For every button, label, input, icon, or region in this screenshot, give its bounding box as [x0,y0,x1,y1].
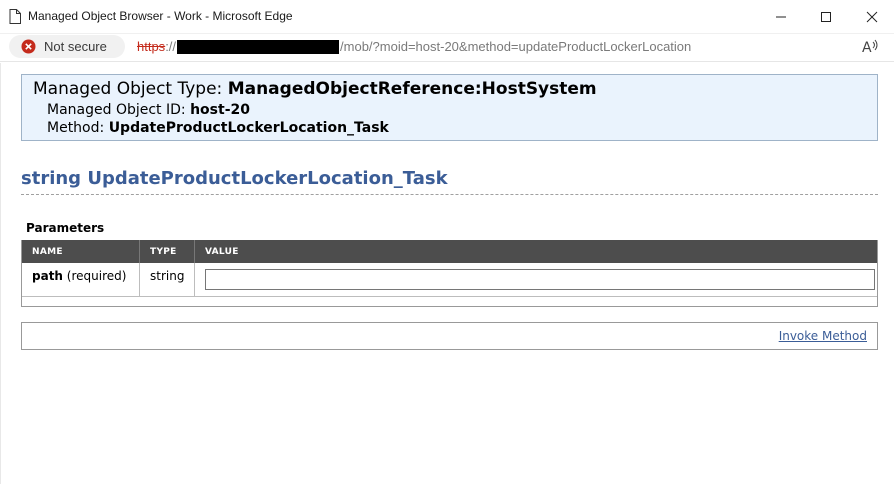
maximize-icon [821,12,831,22]
read-aloud-icon[interactable]: A [862,39,880,56]
parameters-table: NAME TYPE VALUE path (required) string [21,240,878,307]
url-field[interactable]: https :// /mob/?moid=host-20&method=upda… [137,39,691,54]
table-header-row: NAME TYPE VALUE [22,240,877,263]
url-separator: :// [165,39,177,54]
param-qualifier: (required) [66,269,127,283]
page-icon [9,9,21,24]
svg-text:A: A [862,40,872,55]
managed-object-type: Managed Object Type: ManagedObjectRefere… [33,79,597,99]
method-value: UpdateProductLockerLocation_Task [108,120,389,136]
close-button[interactable] [863,8,881,26]
invoke-bar: Invoke Method [21,322,878,350]
type-label: Managed Object Type: [33,79,223,99]
managed-object-id: Managed Object ID: host-20 [47,102,250,118]
heading-divider [21,194,878,195]
minimize-icon [776,16,786,18]
column-header-value: VALUE [194,240,877,263]
method-heading: string UpdateProductLockerLocation_Task [21,168,448,189]
close-icon [866,11,878,23]
method-line: Method: UpdateProductLockerLocation_Task [47,120,389,136]
window-titlebar: Managed Object Browser - Work - Microsof… [0,0,894,34]
param-value-cell [194,263,877,296]
param-name-cell: path (required) [22,263,139,296]
url-scheme: https [137,39,166,54]
not-secure-icon [21,39,36,54]
path-value-input[interactable] [205,269,875,290]
method-label: Method: [47,120,105,136]
invoke-method-link[interactable]: Invoke Method [779,329,867,343]
address-bar: Not secure https :// /mob/?moid=host-20&… [0,34,894,62]
param-type: string [139,263,194,296]
parameters-title: Parameters [26,221,105,235]
object-header: Managed Object Type: ManagedObjectRefere… [21,74,878,141]
redacted-host [177,39,340,54]
security-label: Not secure [44,39,107,54]
type-value: ManagedObjectReference:HostSystem [227,79,597,99]
url-path: /mob/?moid=host-20&method=updateProductL… [340,39,692,54]
page-content: Managed Object Type: ManagedObjectRefere… [0,63,894,484]
window-title: Managed Object Browser - Work - Microsof… [28,9,293,23]
column-header-type: TYPE [139,240,194,263]
column-header-name: NAME [32,247,63,257]
param-name: path [32,269,63,283]
table-row-divider [22,296,877,297]
maximize-button[interactable] [817,8,835,26]
minimize-button[interactable] [772,8,790,26]
security-indicator[interactable]: Not secure [9,35,125,58]
id-value: host-20 [190,102,250,118]
id-label: Managed Object ID: [47,102,186,118]
